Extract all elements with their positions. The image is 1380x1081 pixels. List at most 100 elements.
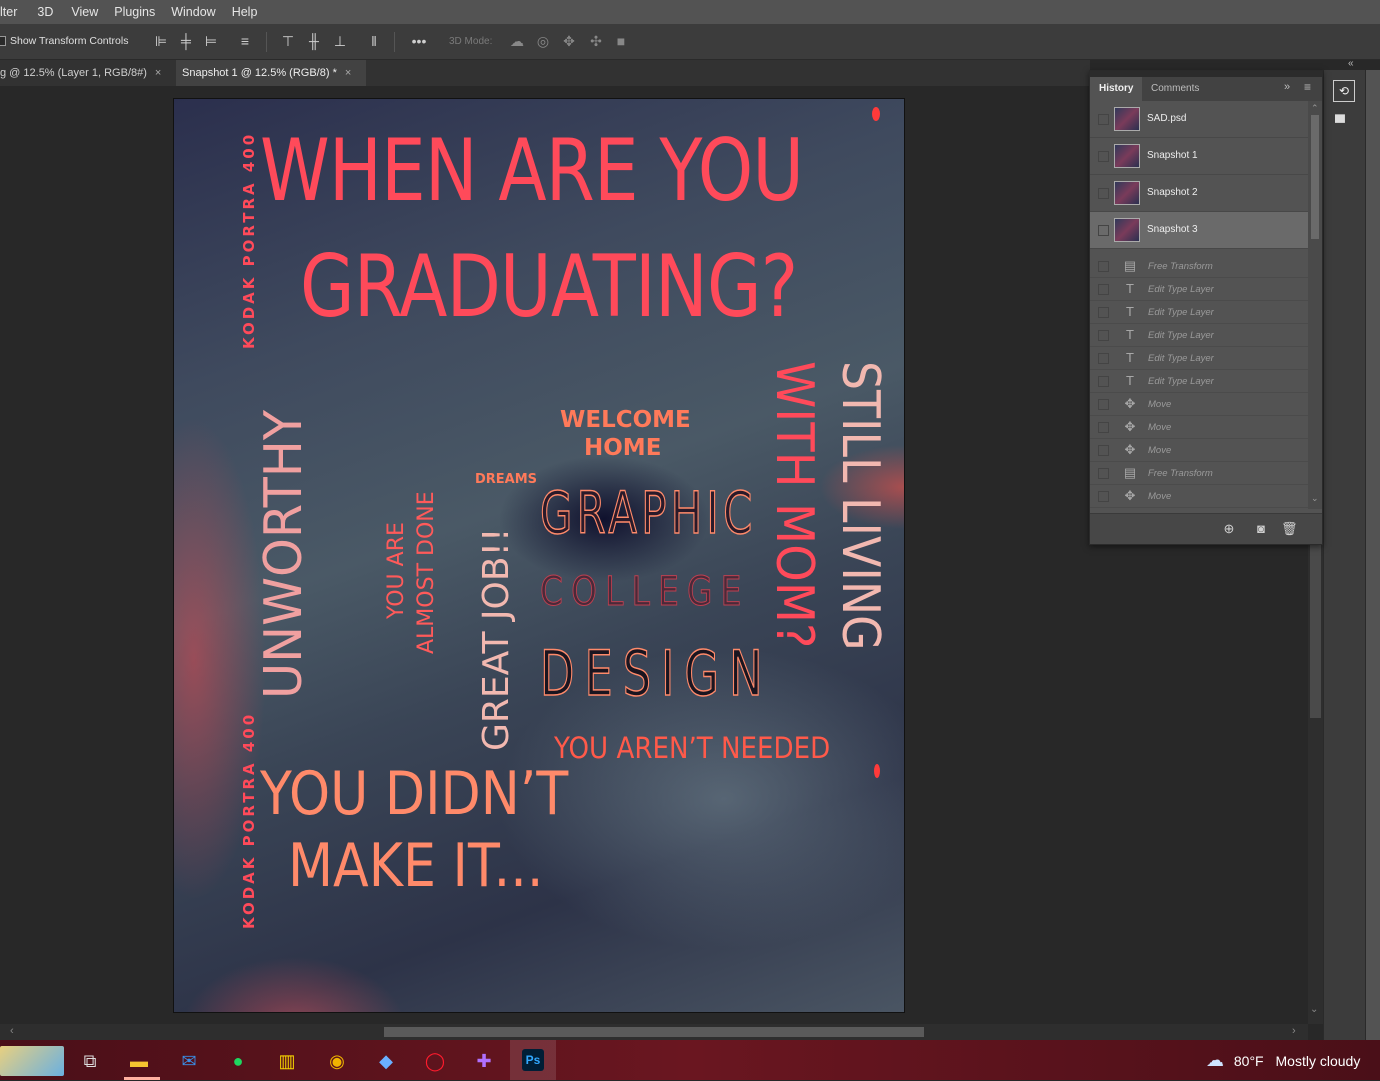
align-right-icon[interactable]: ⊨ [203,33,219,49]
history-brush-checkbox[interactable] [1098,284,1109,295]
align-hcenter-icon[interactable]: ╪ [178,33,194,49]
history-step[interactable]: T Edit Type Layer [1090,324,1308,347]
history-brush-checkbox[interactable] [1098,307,1109,318]
tab-comments[interactable]: Comments [1142,77,1208,101]
didnt-line1: YOU DIDN’T [260,759,569,829]
3d-slide-icon[interactable]: ✣ [588,33,604,49]
3d-orbit-icon[interactable]: ☁ [509,33,525,49]
history-brush-checkbox[interactable] [1098,188,1109,199]
more-options-icon[interactable]: ••• [408,33,430,49]
new-document-from-state-icon[interactable]: ⊕ [1221,521,1237,537]
align-top-icon[interactable]: ⊤ [280,33,296,49]
comments-panel-icon[interactable]: ▀ [1335,114,1345,130]
snapshot-item[interactable]: Snapshot 2 [1090,175,1308,212]
history-step[interactable]: T Edit Type Layer [1090,370,1308,393]
show-transform-checkbox[interactable] [0,36,6,46]
chevron-down-icon[interactable]: ⌄ [1310,1004,1318,1015]
design-text: DESIGN [539,636,773,711]
didnt-line2: MAKE IT... [288,831,544,901]
3d-camera-icon[interactable]: ■ [613,33,629,49]
widgets-icon[interactable] [0,1046,64,1076]
spotify-icon[interactable]: ● [220,1046,256,1076]
history-step[interactable]: ✥ Move [1090,485,1308,508]
tab-snapshot-1[interactable]: Snapshot 1 @ 12.5% (RGB/8) * × [176,60,366,86]
step-label: Move [1148,422,1172,433]
trash-icon[interactable]: 🗑 [1281,521,1298,537]
history-step[interactable]: ✥ Move [1090,416,1308,439]
history-step[interactable]: T Edit Type Layer [1090,278,1308,301]
scroll-thumb[interactable] [1311,115,1319,239]
menu-filter[interactable]: lter [0,5,25,19]
chevron-down-icon[interactable]: ⌄ [1311,493,1319,504]
panel-menu-icon[interactable]: ≡ [1304,80,1311,94]
align-vcenter-icon[interactable]: ╫ [306,33,322,49]
expand-icon[interactable]: » [1284,81,1290,93]
welcome-line2: HOME [584,435,662,461]
menu-plugins[interactable]: Plugins [114,5,163,19]
close-icon[interactable]: × [345,67,351,79]
chevron-up-icon[interactable]: ⌃ [1311,103,1319,114]
not-needed-text: YOU AREN’T NEEDED [554,731,831,765]
mail-icon[interactable]: ✉ [171,1046,207,1076]
snapshot-item[interactable]: SAD.psd [1090,101,1308,138]
history-scrollbar[interactable]: ⌃ ⌄ [1308,101,1322,509]
weather-widget[interactable]: ☁ 80°F Mostly cloudy [1206,1040,1360,1080]
file-explorer-icon[interactable]: ▬ [121,1046,157,1076]
opera-icon[interactable]: ◯ [417,1046,453,1076]
history-brush-checkbox[interactable] [1098,261,1109,272]
maps-icon[interactable]: ▥ [269,1046,305,1076]
distribute-vertical-icon[interactable]: ‖ [366,33,382,49]
horizontal-scrollbar[interactable]: ‹ › [0,1024,1308,1040]
collapse-icon[interactable]: « [1348,58,1354,69]
history-brush-checkbox[interactable] [1098,399,1109,410]
camera-icon[interactable]: ◙ [1253,521,1269,537]
menu-view[interactable]: View [71,5,106,19]
history-step[interactable]: ▤ Free Transform [1090,462,1308,485]
history-brush-checkbox[interactable] [1098,468,1109,479]
history-brush-checkbox[interactable] [1098,114,1109,125]
close-icon[interactable]: × [155,67,161,79]
scroll-thumb[interactable] [384,1027,924,1037]
history-step[interactable]: ✥ Move [1090,439,1308,462]
history-step[interactable]: T Edit Type Layer [1090,347,1308,370]
history-brush-checkbox[interactable] [1098,491,1109,502]
tab-document-1[interactable]: g @ 12.5% (Layer 1, RGB/8#) × [0,60,170,86]
task-view-icon[interactable]: ⧉ [72,1046,108,1076]
history-step[interactable]: T Edit Type Layer [1090,301,1308,324]
menu-help[interactable]: Help [232,5,266,19]
chevron-left-icon[interactable]: ‹ [10,1025,14,1037]
snapshot-item[interactable]: Snapshot 1 [1090,138,1308,175]
college-text: COLLEGE [540,569,750,616]
history-brush-checkbox[interactable] [1098,353,1109,364]
move-icon: ✥ [1124,396,1136,411]
chrome-icon[interactable]: ◉ [319,1046,355,1076]
history-brush-checkbox[interactable] [1098,225,1109,236]
photoshop-taskbar-icon[interactable]: Ps [510,1040,556,1080]
tab-history[interactable]: History [1090,77,1143,101]
align-bottom-icon[interactable]: ⊥ [332,33,348,49]
distribute-icon[interactable]: ≡ [237,33,253,49]
history-brush-checkbox[interactable] [1098,422,1109,433]
history-brush-checkbox[interactable] [1098,330,1109,341]
history-brush-checkbox[interactable] [1098,151,1109,162]
poster-title-line1: WHEN ARE YOU [260,121,804,221]
chevron-right-icon[interactable]: › [1292,1025,1296,1037]
document-tabs: g @ 12.5% (Layer 1, RGB/8#) × Snapshot 1 … [0,60,1090,86]
menu-window[interactable]: Window [171,5,223,19]
history-step[interactable]: ✥ Move [1090,393,1308,416]
document-canvas[interactable]: WHEN ARE YOU GRADUATING? KODAK PORTRA 40… [173,98,905,1013]
game-app-icon[interactable]: ◆ [368,1046,404,1076]
weather-temp: 80°F [1233,1053,1264,1069]
align-left-icon[interactable]: ⊫ [153,33,169,49]
history-brush-checkbox[interactable] [1098,376,1109,387]
history-step[interactable]: ▤ Free Transform [1090,255,1308,278]
3d-roll-icon[interactable]: ◎ [535,33,551,49]
tab-label: Snapshot 1 @ 12.5% (RGB/8) * [182,67,337,79]
history-panel-icon[interactable]: ⟲ [1333,80,1355,102]
snapshot-item-selected[interactable]: Snapshot 3 [1090,212,1308,249]
history-brush-checkbox[interactable] [1098,445,1109,456]
menu-3d[interactable]: 3D [37,5,61,19]
kodak-label-top: KODAK PORTRA 400 [240,131,258,349]
3d-pan-icon[interactable]: ✥ [561,33,577,49]
xbox-icon[interactable]: ✚ [466,1046,502,1076]
